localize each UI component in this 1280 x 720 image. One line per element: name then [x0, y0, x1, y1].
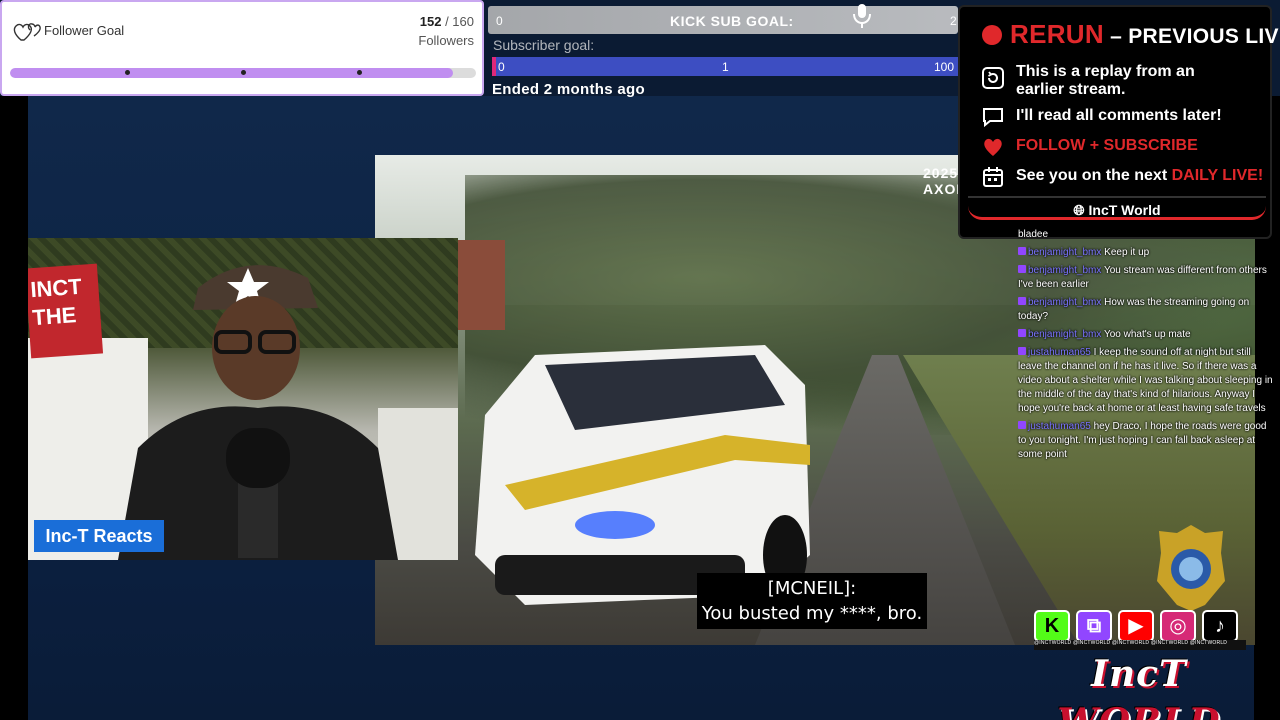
chat-icon [983, 108, 1003, 128]
rerun-line-replay: This is a replay from an earlier stream. [1016, 63, 1195, 98]
chat-username[interactable]: justahuman65 [1028, 347, 1091, 358]
twitch-badge-icon [1018, 329, 1026, 337]
follower-goal-title: Follower Goal [44, 23, 125, 38]
chat-text: bladee [1018, 229, 1049, 240]
chat-text: Keep it up [1104, 247, 1150, 258]
sub-goal-max: 100 [933, 60, 954, 74]
follower-target: 160 [452, 14, 474, 29]
replay-icon [982, 67, 1004, 89]
chat-message: benjamight_bmx How was the streaming goi… [1018, 296, 1274, 324]
subscriber-goal-label: Subscriber goal: [493, 37, 595, 53]
follower-unit: Followers [418, 33, 474, 48]
streamer-image [118, 265, 398, 560]
twitch-badge-icon [1018, 247, 1026, 255]
tiktok-icon[interactable]: ♪ [1202, 610, 1238, 642]
subscriber-goal-fill [492, 57, 496, 76]
chat-message: benjamight_bmx Yoo what's up mate [1018, 328, 1274, 342]
chat-username[interactable]: benjamight_bmx [1028, 247, 1101, 258]
rerun-title-red: RERUN [1010, 19, 1104, 49]
chat-username[interactable]: benjamight_bmx [1028, 297, 1101, 308]
calendar-icon [983, 167, 1003, 187]
chat-overlay: bladee benjamight_bmx Keep it up benjamigh… [1018, 228, 1274, 466]
progress-marker [357, 70, 362, 75]
twitch-badge-icon [1018, 297, 1026, 305]
progress-marker [241, 70, 246, 75]
schedule-highlight: DAILY LIVE! [1171, 167, 1264, 184]
caption-speaker: [MCNEIL]: [767, 578, 857, 599]
logo-text-white: IncT [1091, 653, 1187, 695]
inct-world-logo: IncT WORLD [1030, 650, 1248, 720]
heart-icon [984, 138, 1002, 156]
follower-current: 152 [419, 14, 442, 29]
stream-ended-status: Ended 2 months ago [492, 81, 645, 98]
progress-marker [125, 70, 130, 75]
kick-goal-start: 0 [496, 14, 503, 28]
chat-message: bladee [1018, 228, 1274, 242]
subscriber-goal-bar: 0 1 100 [492, 57, 958, 76]
twitch-icon[interactable]: ⧉ [1076, 610, 1112, 642]
follower-count: 152 / 160 [420, 14, 474, 29]
microphone-icon [853, 4, 871, 28]
twitch-badge-icon [1018, 347, 1026, 355]
rerun-line-comments: I'll read all comments later! [1016, 107, 1222, 124]
caption-text: You busted my ****, bro. [701, 603, 923, 624]
rerun-line-follow: FOLLOW + SUBSCRIBE [1016, 137, 1198, 154]
follower-goal-widget: Follower Goal 152 / 160 Followers [0, 0, 484, 96]
webcam-label: Inc-T Reacts [34, 520, 164, 552]
sub-goal-min: 0 [498, 60, 505, 74]
left-black-bar [0, 96, 28, 720]
chat-text: Yoo what's up mate [1103, 329, 1191, 340]
youtube-icon[interactable]: ▶ [1118, 610, 1154, 642]
live-dot-icon [982, 25, 1002, 45]
hearts-icon [13, 23, 41, 41]
kick-goal-end: 2 [950, 14, 957, 28]
rerun-line-schedule: See you on the next DAILY LIVE! [1016, 167, 1263, 185]
webcam-feed: INCT THE Inc-T Reacts [28, 238, 458, 560]
rerun-title: RERUN – PREVIOUS LIVE [1010, 19, 1280, 50]
chat-message: benjamight_bmx Keep it up [1018, 246, 1274, 260]
chat-message: justahuman65 hey Draco, I hope the roads… [1018, 420, 1274, 462]
chat-message: justahuman65 I keep the sound off at nig… [1018, 346, 1274, 416]
rerun-footer: 🌐︎ IncT World [968, 196, 1266, 220]
police-badge-icon [1157, 525, 1225, 611]
instagram-icon[interactable]: ◎ [1160, 610, 1196, 642]
follower-progress-fill [10, 68, 453, 78]
chat-username[interactable]: benjamight_bmx [1028, 329, 1101, 340]
follower-separator: / [441, 14, 453, 29]
kick-icon[interactable]: K [1034, 610, 1070, 642]
globe-icon: 🌐︎ [1073, 202, 1085, 218]
chat-message: benjamight_bmx You stream was different … [1018, 264, 1274, 292]
sub-goal-mid: 1 [722, 60, 729, 74]
rerun-panel: RERUN – PREVIOUS LIVE This is a replay f… [958, 5, 1280, 239]
rerun-footer-text: IncT World [1088, 202, 1161, 218]
rerun-title-white: – PREVIOUS LIVE [1103, 25, 1280, 48]
kick-sub-goal-title: KICK SUB GOAL: [670, 13, 794, 29]
webcam-sign: INCT THE [28, 263, 104, 359]
chat-username[interactable]: benjamight_bmx [1028, 265, 1101, 276]
twitch-badge-icon [1018, 265, 1026, 273]
schedule-prefix: See you on the next [1016, 167, 1172, 184]
chat-username[interactable]: justahuman65 [1028, 421, 1091, 432]
social-handles: @INCTWORLD @INCTWORLD @INCTWORLD @INCTWO… [1034, 640, 1246, 650]
twitch-badge-icon [1018, 421, 1026, 429]
video-caption: [MCNEIL]: You busted my ****, bro. [697, 573, 927, 629]
logo-text-red: WORLD [1057, 701, 1220, 720]
